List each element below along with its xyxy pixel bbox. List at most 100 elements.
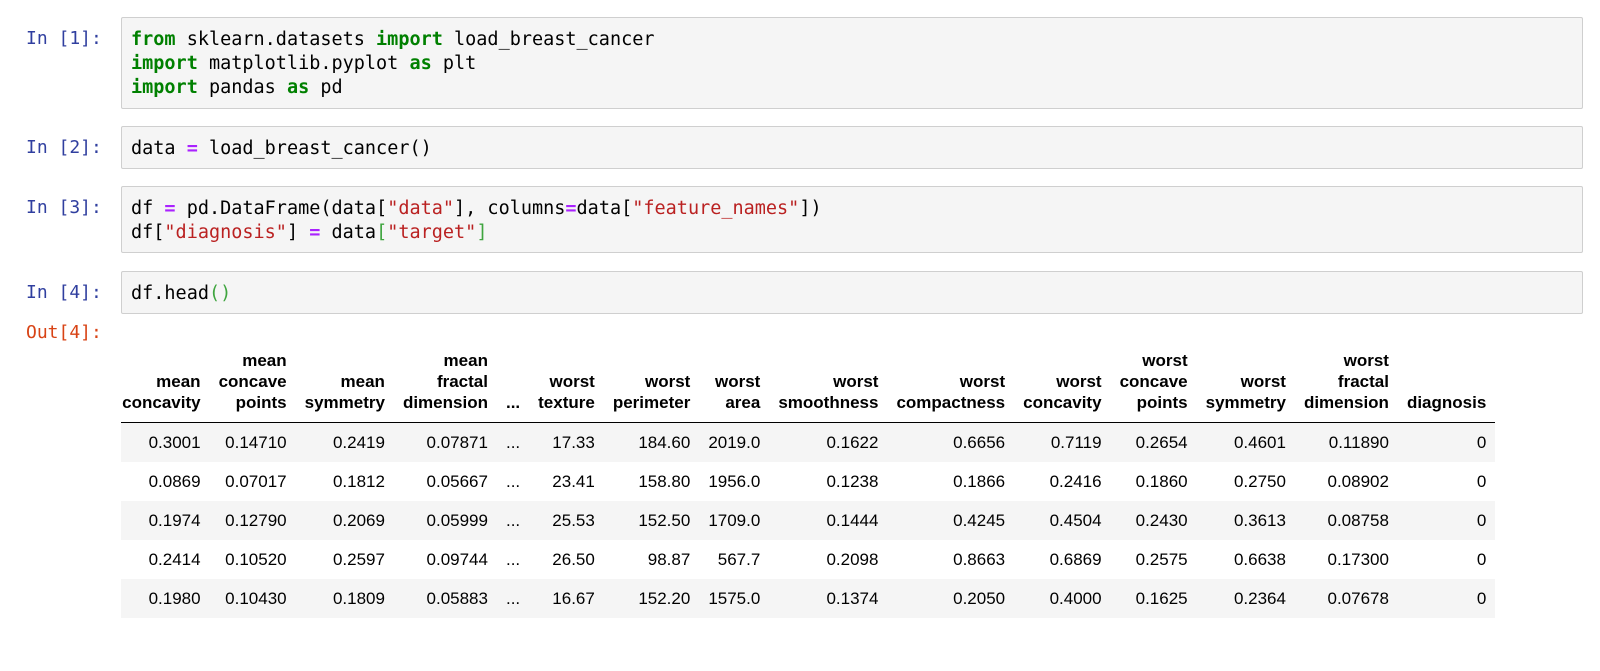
code-input[interactable]: data = load_breast_cancer() <box>121 126 1583 169</box>
table-cell: 0.1866 <box>953 471 1006 491</box>
table-cell: 0 <box>1476 588 1487 608</box>
table-cell: 0.14710 <box>225 432 287 452</box>
column-header: worst perimeter <box>603 350 700 423</box>
code-token: () <box>208 283 232 304</box>
table-cell: 0 <box>1476 432 1487 452</box>
table-cell: 0.4601 <box>1233 432 1286 452</box>
table-cell: 0.2597 <box>332 549 385 569</box>
table-cell: 0.3001 <box>148 432 201 452</box>
code-cell-2[interactable]: In [2]: data = load_breast_cancer() <box>0 126 1600 169</box>
output-prompt: Out[4]: <box>26 322 102 343</box>
table-cell: 158.80 <box>638 471 691 491</box>
table-cell: 0.1622 <box>826 432 879 452</box>
table-cell: 0.07678 <box>1327 588 1389 608</box>
table-cell: 1575.0 <box>708 588 761 608</box>
code-input[interactable]: df = pd.DataFrame(data["data"], columns=… <box>121 186 1583 253</box>
code-token: "diagnosis" <box>164 222 287 243</box>
code-token: df.head <box>131 283 209 304</box>
table-cell: 25.53 <box>552 510 595 530</box>
input-prompt: In [4]: <box>26 282 102 303</box>
code-token: ] <box>476 222 488 243</box>
table-cell: 0.2069 <box>332 510 385 530</box>
column-header: worst smoothness <box>769 350 888 423</box>
table-cell: 152.20 <box>638 588 691 608</box>
code-line: df["diagnosis"] = data["target"] <box>131 221 1573 245</box>
table-cell: 0.10520 <box>225 549 287 569</box>
input-prompt: In [1]: <box>26 28 102 49</box>
column-header: worst compactness <box>887 350 1015 423</box>
table-row: 0.27600.30010.147100.24190.07871...17.33… <box>121 422 1496 462</box>
table-cell: ... <box>505 471 521 491</box>
code-token: data[ <box>576 198 633 219</box>
code-token: pd.DataFrame(data[ <box>175 198 388 219</box>
table-cell: 152.50 <box>638 510 691 530</box>
table-cell: 0.1812 <box>332 471 385 491</box>
code-line: from sklearn.datasets import load_breast… <box>131 28 1573 52</box>
table-cell: 0.2416 <box>1049 471 1102 491</box>
table-cell: 0 <box>1476 510 1487 530</box>
table-row: 0.19900.19740.127900.20690.05999...25.53… <box>121 501 1496 540</box>
column-header: worst texture <box>529 350 604 423</box>
table-cell: 0.2098 <box>826 549 879 569</box>
table-cell: 0.7119 <box>1050 432 1102 452</box>
table-cell: 0.4000 <box>1049 588 1102 608</box>
code-input[interactable]: from sklearn.datasets import load_breast… <box>121 17 1583 109</box>
table-cell: 26.50 <box>552 549 595 569</box>
column-header: worst area <box>699 350 770 423</box>
code-token: import <box>131 53 198 74</box>
code-token: df <box>131 198 165 219</box>
code-cell-3[interactable]: In [3]: df = pd.DataFrame(data["data"], … <box>0 186 1600 253</box>
table-cell: 0.2430 <box>1135 510 1188 530</box>
code-token: sklearn.datasets <box>175 29 377 50</box>
code-token: data <box>131 138 187 159</box>
column-header: worst fractal dimension <box>1294 350 1398 423</box>
code-token: matplotlib.pyplot <box>197 53 410 74</box>
code-token: [ <box>376 222 388 243</box>
code-token: from <box>131 29 176 50</box>
table-cell: 0.10430 <box>225 588 287 608</box>
column-header: mean concavity <box>121 350 210 423</box>
column-header: worst concave points <box>1110 350 1197 423</box>
code-line: import matplotlib.pyplot as plt <box>131 52 1573 76</box>
table-cell: 0 <box>1476 471 1487 491</box>
code-token: = <box>164 198 176 219</box>
table-cell: 16.67 <box>552 588 595 608</box>
table-cell: 0.1809 <box>332 588 385 608</box>
code-line: data = load_breast_cancer() <box>131 137 1573 161</box>
table-cell: 1956.0 <box>708 471 761 491</box>
table-cell: 0.11890 <box>1328 432 1389 452</box>
code-line: df.head() <box>131 282 1573 306</box>
dataframe-output[interactable]: mean smoothnessmean concavitymean concav… <box>121 350 1576 630</box>
code-cell-1[interactable]: In [1]: from sklearn.datasets import loa… <box>0 17 1600 109</box>
code-cell-4[interactable]: In [4]: df.head() <box>0 271 1600 314</box>
table-cell: 0.1374 <box>826 588 879 608</box>
table-cell: 0.05667 <box>426 471 488 491</box>
code-token: load_breast_cancer <box>442 29 655 50</box>
input-prompt: In [2]: <box>26 137 102 158</box>
table-cell: 0.09744 <box>426 549 488 569</box>
code-input[interactable]: df.head() <box>121 271 1583 314</box>
table-cell: 0.2364 <box>1233 588 1286 608</box>
code-token: "data" <box>387 198 455 219</box>
table-cell: 0.2654 <box>1135 432 1188 452</box>
table-cell: 0.1974 <box>148 510 201 530</box>
column-header: ... <box>496 350 530 423</box>
table-cell: 0 <box>1476 549 1487 569</box>
table-cell: 184.60 <box>638 432 691 452</box>
dataframe-table: mean smoothnessmean concavitymean concav… <box>121 350 1496 618</box>
table-cell: 2019.0 <box>708 432 761 452</box>
table-cell: 0.07017 <box>225 471 287 491</box>
column-header: mean concave points <box>209 350 296 423</box>
table-cell: 0.2414 <box>148 549 201 569</box>
code-token: "feature_names" <box>632 198 800 219</box>
table-cell: 0.1980 <box>148 588 201 608</box>
code-token: = <box>565 198 577 219</box>
table-cell: 0.05883 <box>426 588 488 608</box>
table-cell: 0.6656 <box>953 432 1006 452</box>
column-header: mean symmetry <box>295 350 394 423</box>
code-token: import <box>376 29 443 50</box>
table-cell: 0.2750 <box>1233 471 1286 491</box>
code-token: import <box>131 77 198 98</box>
table-row: 0.23900.24140.105200.25970.09744...26.50… <box>121 540 1496 579</box>
column-header: mean fractal dimension <box>393 350 497 423</box>
